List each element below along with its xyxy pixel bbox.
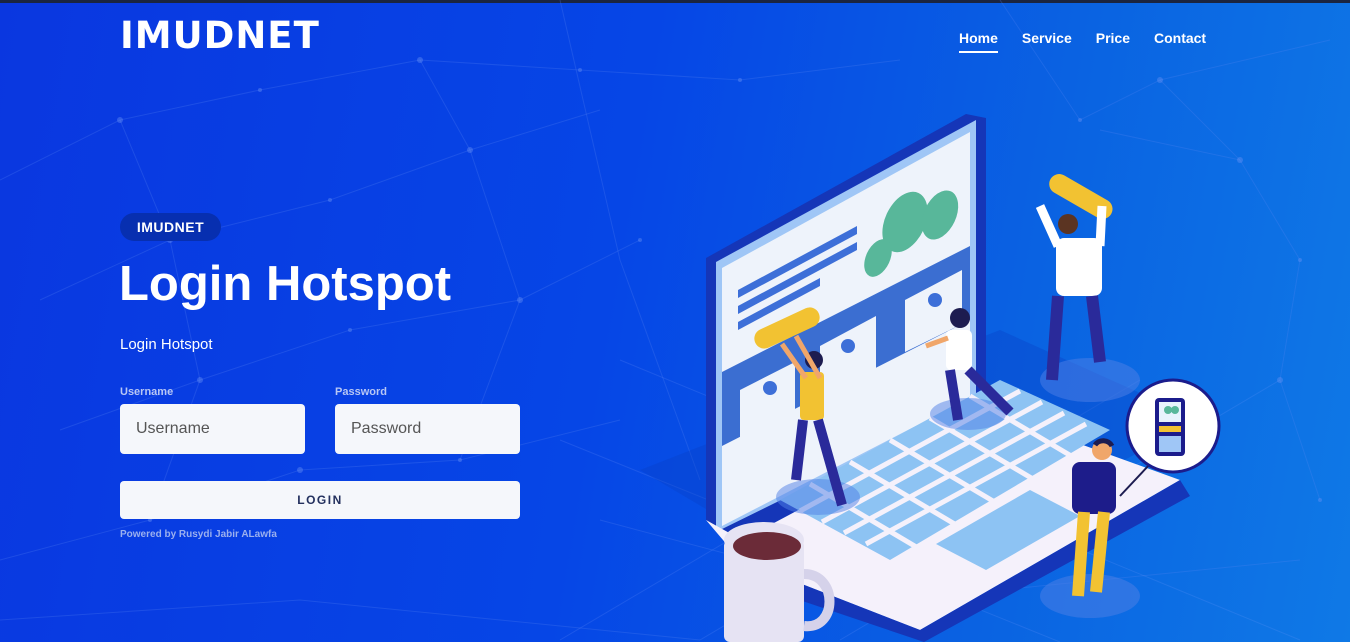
laptop-team-illustration-icon [640,114,1221,642]
